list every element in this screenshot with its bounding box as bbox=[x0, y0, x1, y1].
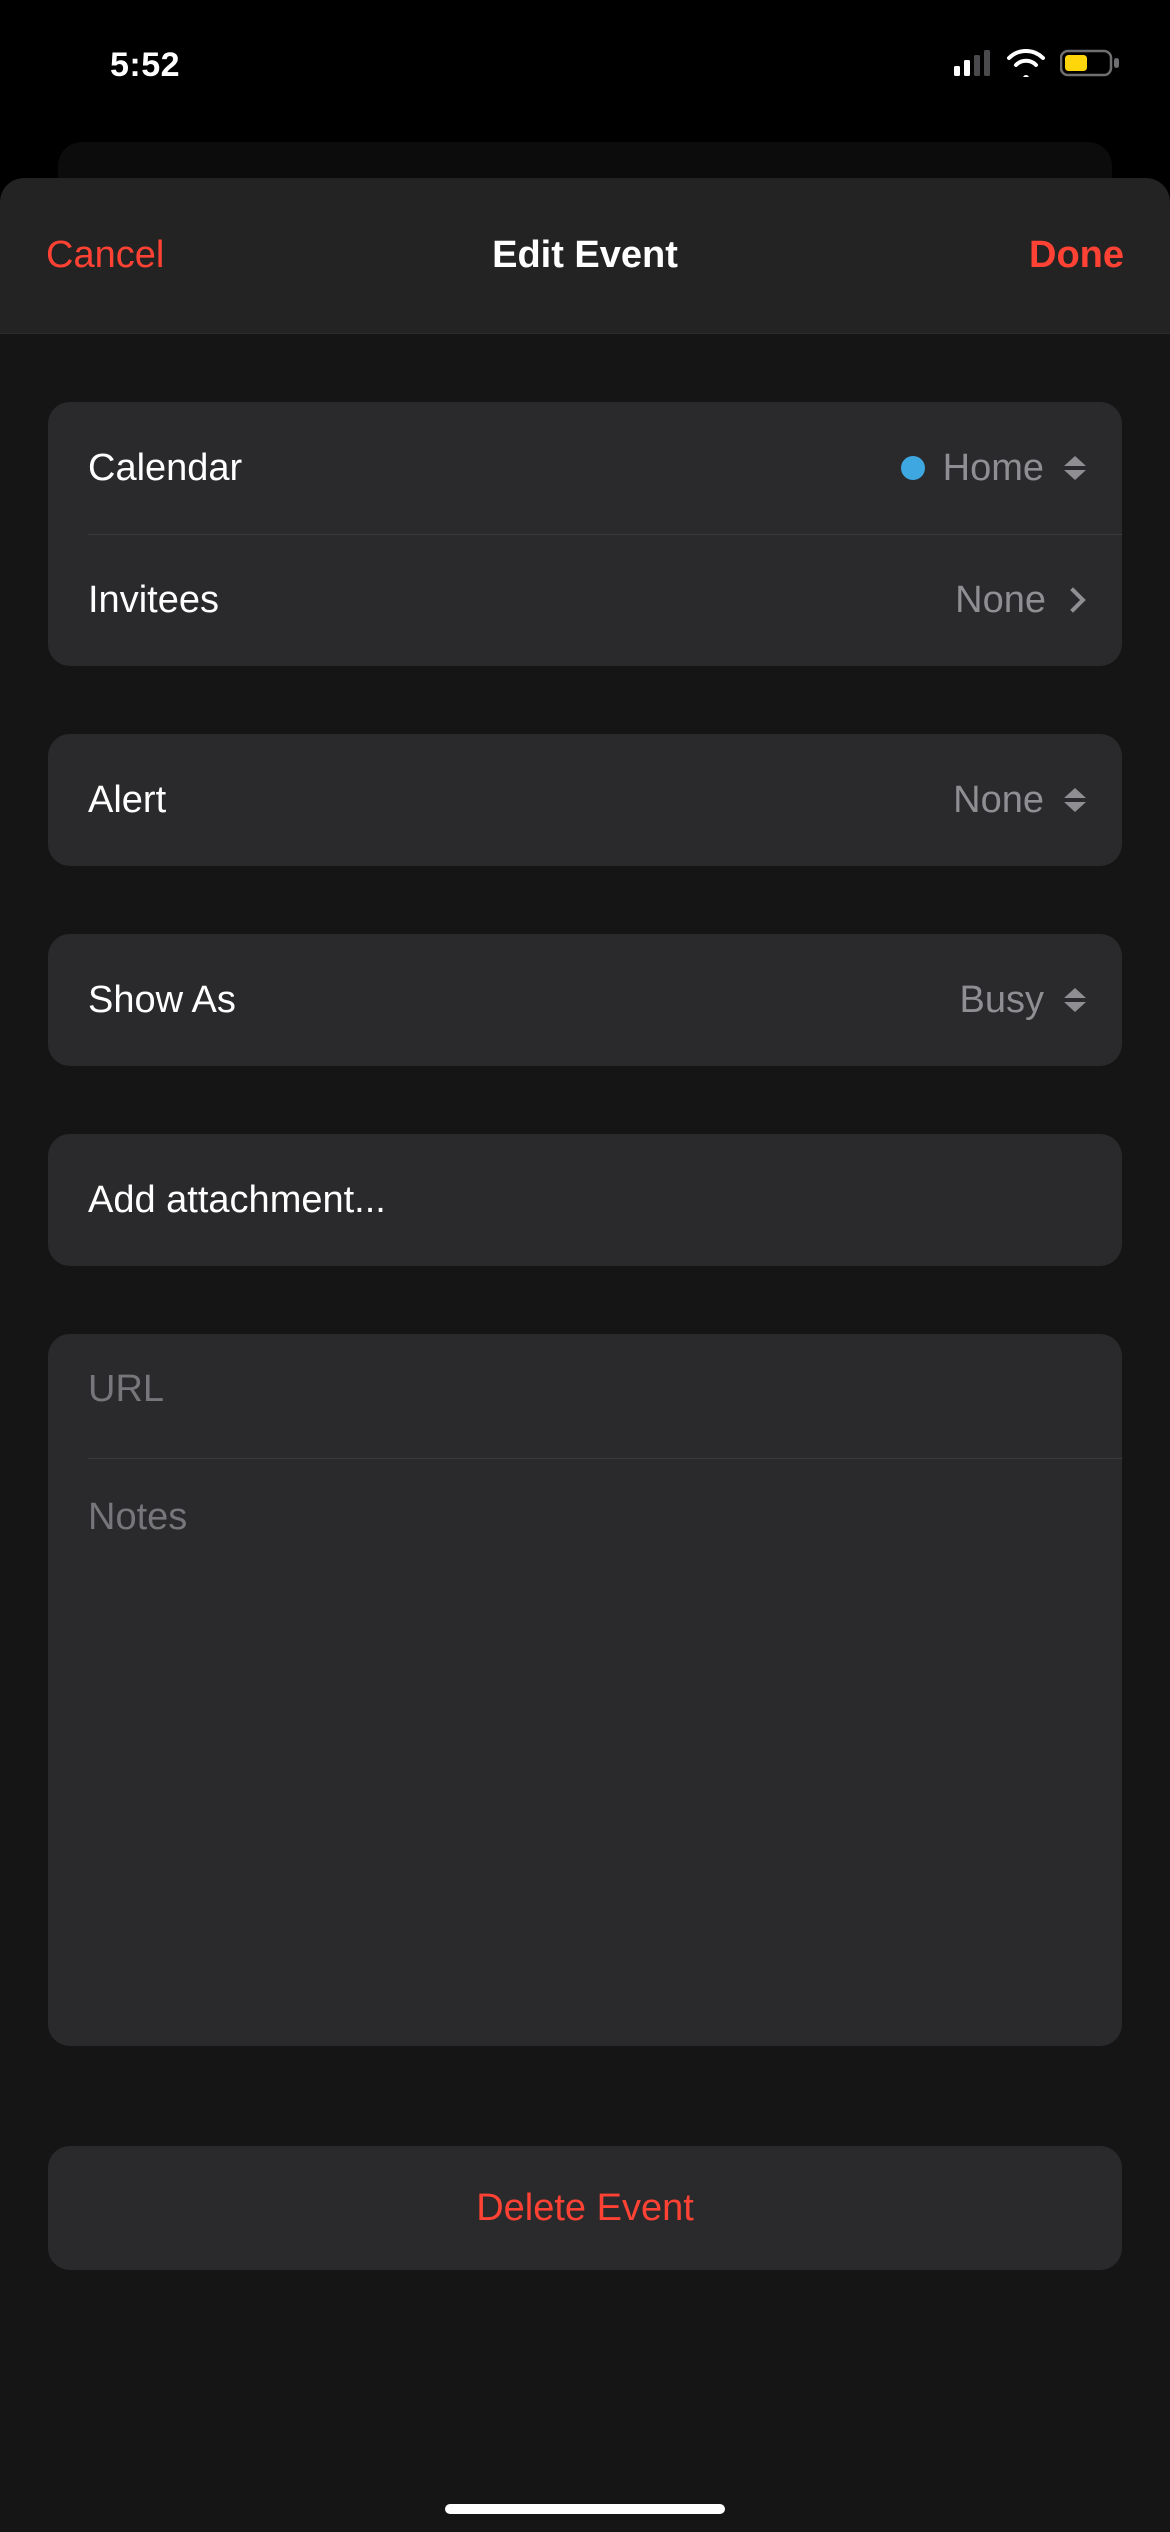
status-bar: 5:52 bbox=[0, 0, 1170, 100]
url-notes-group bbox=[48, 1334, 1122, 2046]
notes-input[interactable] bbox=[88, 1492, 1082, 2012]
url-input[interactable] bbox=[88, 1368, 1082, 1411]
notes-row[interactable] bbox=[48, 1458, 1122, 2046]
edit-event-sheet: Cancel Edit Event Done Calendar Home Inv… bbox=[0, 178, 1170, 2532]
url-row[interactable] bbox=[48, 1334, 1122, 1458]
calendar-label: Calendar bbox=[88, 447, 242, 490]
navbar: Cancel Edit Event Done bbox=[0, 178, 1170, 334]
add-attachment-button[interactable]: Add attachment... bbox=[48, 1134, 1122, 1266]
delete-event-label: Delete Event bbox=[476, 2187, 694, 2230]
delete-group: Delete Event bbox=[48, 2146, 1122, 2270]
invitees-row[interactable]: Invitees None bbox=[48, 534, 1122, 666]
show-as-value: Busy bbox=[960, 979, 1044, 1022]
add-attachment-label: Add attachment... bbox=[88, 1179, 386, 1222]
alert-group: Alert None bbox=[48, 734, 1122, 866]
show-as-label: Show As bbox=[88, 979, 236, 1022]
calendar-row[interactable]: Calendar Home bbox=[48, 402, 1122, 534]
chevron-updown-icon bbox=[1062, 448, 1088, 488]
alert-row[interactable]: Alert None bbox=[48, 734, 1122, 866]
page-title: Edit Event bbox=[492, 234, 678, 277]
alert-label: Alert bbox=[88, 779, 166, 822]
cellular-icon bbox=[954, 50, 992, 81]
wifi-icon bbox=[1006, 49, 1046, 82]
show-as-row[interactable]: Show As Busy bbox=[48, 934, 1122, 1066]
show-as-group: Show As Busy bbox=[48, 934, 1122, 1066]
invitees-label: Invitees bbox=[88, 579, 219, 622]
battery-icon bbox=[1060, 49, 1120, 82]
chevron-updown-icon bbox=[1062, 980, 1088, 1020]
done-button[interactable]: Done bbox=[1029, 234, 1124, 276]
calendar-invitees-group: Calendar Home Invitees None bbox=[48, 402, 1122, 666]
calendar-value: Home bbox=[943, 447, 1044, 490]
status-time: 5:52 bbox=[110, 46, 180, 85]
calendar-color-dot bbox=[901, 456, 925, 480]
status-indicators bbox=[954, 49, 1120, 82]
form-content: Calendar Home Invitees None Alert Non bbox=[0, 402, 1170, 2270]
alert-value: None bbox=[953, 779, 1044, 822]
chevron-right-icon bbox=[1060, 587, 1085, 612]
delete-event-button[interactable]: Delete Event bbox=[48, 2146, 1122, 2270]
attachment-group: Add attachment... bbox=[48, 1134, 1122, 1266]
home-indicator[interactable] bbox=[445, 2504, 725, 2514]
invitees-value: None bbox=[955, 579, 1046, 622]
chevron-updown-icon bbox=[1062, 780, 1088, 820]
cancel-button[interactable]: Cancel bbox=[46, 234, 164, 276]
